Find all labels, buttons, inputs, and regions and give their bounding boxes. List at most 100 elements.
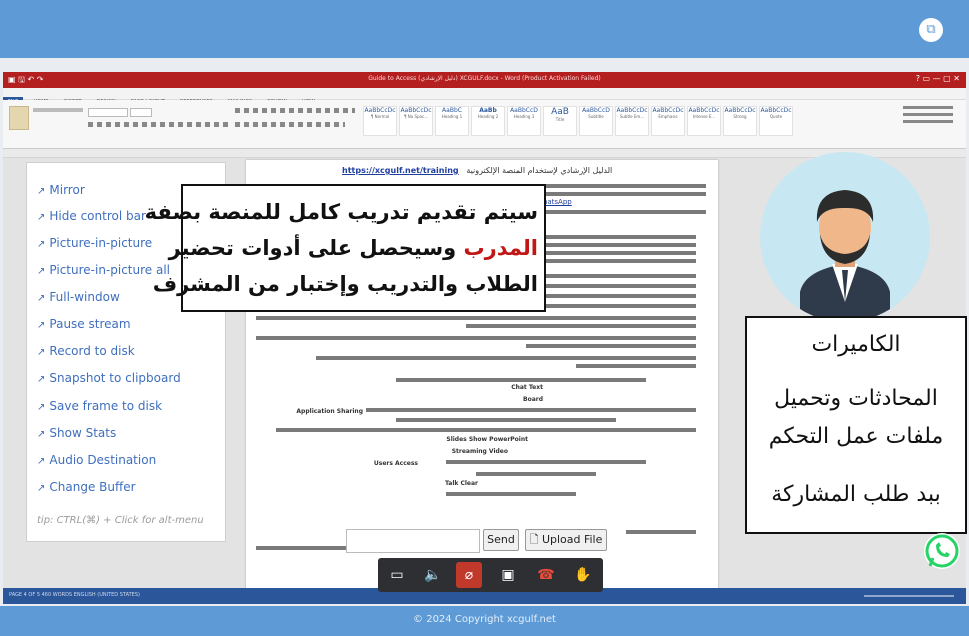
menu-item-full-window[interactable]: ↗ Full-window <box>37 288 120 306</box>
external-link-icon: ↗ <box>37 347 46 358</box>
external-link-icon: ↗ <box>37 320 46 331</box>
callout-line-3: الطلاب والتدريب وإختبار من المشرف <box>152 272 538 296</box>
external-link-icon: ↗ <box>37 293 46 304</box>
top-header-bar: ⧉ <box>0 0 969 58</box>
word-title-bar: ▣ 🖫 ↶ ↷ Guide to Access (دليل الإرشادي) … <box>3 72 966 88</box>
style-subtle-emphasis[interactable]: AaBbCcDc Subtle Em... <box>615 106 649 136</box>
callout-box: سيتم تقديم تدريب كامل للمنصة بصفة المدرب… <box>144 184 546 312</box>
doc-text-line <box>316 356 696 360</box>
external-link-icon: ↗ <box>37 239 46 250</box>
paste-icon[interactable] <box>9 106 29 130</box>
doc-text-line <box>546 243 696 247</box>
chat-icon[interactable]: ▭ <box>384 562 410 588</box>
call-toolbar: ▭ 🔈 ⌀ ▣ ☎ ✋ <box>378 558 603 592</box>
style-strong[interactable]: AaBbCcDc Strong <box>723 106 757 136</box>
doc-text-line <box>576 364 696 368</box>
send-button[interactable]: Send <box>483 529 519 551</box>
doc-english-talk-clear: Talk Clear <box>444 480 478 487</box>
menu-item-mirror[interactable]: ↗ Mirror <box>37 181 85 199</box>
callout-line-1: سيتم تقديم تدريب كامل للمنصة بصفة <box>144 200 538 224</box>
doc-heading: https://xcgulf.net/training الدليل الإرش… <box>342 166 612 175</box>
doc-text-line <box>546 184 706 188</box>
features-line-4: ببد طلب المشاركة <box>771 482 941 507</box>
ribbon-toolbar: AaBbCcDc ¶ Normal AaBbCcDc ¶ No Spac... Aa… <box>3 100 966 149</box>
window-controls[interactable]: ? ▭ — ▢ ✕ <box>916 74 960 83</box>
doc-english-board: Board <box>523 396 543 403</box>
external-link-icon: ↗ <box>37 402 46 413</box>
style-heading3[interactable]: AaBbCcD Heading 3 <box>507 106 541 136</box>
menu-item-snapshot-to-clipboard[interactable]: ↗ Snapshot to clipboard <box>37 369 181 387</box>
editing-group[interactable] <box>903 106 953 126</box>
style-heading2[interactable]: AaBb Heading 2 <box>471 106 505 136</box>
style-title[interactable]: AaB Title <box>543 106 577 136</box>
external-link-icon: ↗ <box>37 186 46 197</box>
whatsapp-icon[interactable] <box>924 533 960 569</box>
menu-tip: tip: CTRL(⌘) + Click for alt-menu <box>37 515 204 526</box>
font-format-buttons[interactable] <box>88 122 228 127</box>
doc-text-line <box>546 259 696 263</box>
external-link-icon: ↗ <box>37 212 46 223</box>
menu-item-save-frame-to-disk[interactable]: ↗ Save frame to disk <box>37 397 162 415</box>
upload-file-button[interactable]: 🗋 Upload File <box>525 529 607 551</box>
features-line-3: ملفات عمل التحكم <box>768 424 944 449</box>
font-name-field[interactable] <box>88 108 128 117</box>
doc-text-line <box>546 235 696 239</box>
speaker-icon[interactable]: 🔈 <box>420 562 446 588</box>
style-normal[interactable]: AaBbCcDc ¶ Normal <box>363 106 397 136</box>
file-icon: 🗋 <box>529 533 542 546</box>
external-link-icon: ↗ <box>37 374 46 385</box>
font-size-field[interactable] <box>130 108 152 117</box>
menu-item-hide-control-bar[interactable]: ↗ Hide control bar <box>37 207 146 225</box>
menu-item-audio-destination[interactable]: ↗ Audio Destination <box>37 451 156 469</box>
style-intense-emphasis[interactable]: AaBbCcDc Intense E... <box>687 106 721 136</box>
chat-input[interactable] <box>346 529 480 553</box>
callout-highlight: المدرب <box>463 236 538 260</box>
doc-text-line <box>546 210 706 214</box>
bottom-footer-bar: © 2024 Copyright xcgulf.net <box>0 606 969 636</box>
paragraph-buttons[interactable] <box>235 108 355 113</box>
features-box: الكاميرات المحادثات وتحميل ملفات عمل الت… <box>745 316 967 534</box>
external-link-icon: ↗ <box>37 483 46 494</box>
menu-item-record-to-disk[interactable]: ↗ Record to disk <box>37 342 135 360</box>
doc-english-app-sharing: Application Sharing <box>296 408 363 415</box>
doc-english-streaming: Streaming Video <box>451 448 508 455</box>
share-screen-icon[interactable]: ⧉ <box>919 18 943 42</box>
alignment-buttons[interactable] <box>235 122 345 127</box>
clipboard-group[interactable] <box>33 108 83 112</box>
menu-item-picture-in-picture-all[interactable]: ↗ Picture-in-picture all <box>37 261 170 279</box>
style-emphasis[interactable]: AaBbCcDc Emphasis <box>651 106 685 136</box>
doc-text-line <box>396 418 616 422</box>
doc-heading-arabic: الدليل الإرشادي لإستخدام المنصة الإلكترو… <box>466 166 613 175</box>
style-heading1[interactable]: AaBbC Heading 1 <box>435 106 469 136</box>
zoom-slider[interactable] <box>864 595 954 597</box>
external-link-icon: ↗ <box>37 456 46 467</box>
menu-item-picture-in-picture[interactable]: ↗ Picture-in-picture <box>37 234 152 252</box>
doc-heading-link[interactable]: https://xcgulf.net/training <box>342 166 459 175</box>
doc-text-line <box>626 530 696 534</box>
doc-text-line <box>256 336 696 340</box>
copyright-text: © 2024 Copyright xcgulf.net <box>413 614 556 625</box>
ribbon-tabs: FILE HOME INSERT DESIGN PAGE LAYOUT REFE… <box>3 88 966 107</box>
doc-text-line <box>546 251 696 255</box>
camera-icon[interactable]: ▣ <box>495 562 521 588</box>
menu-item-pause-stream[interactable]: ↗ Pause stream <box>37 315 131 333</box>
style-no-spacing[interactable]: AaBbCcDc ¶ No Spac... <box>399 106 433 136</box>
doc-text-line <box>466 324 696 328</box>
doc-text-line <box>446 492 576 496</box>
external-link-icon: ↗ <box>37 266 46 277</box>
doc-text-line <box>276 428 696 432</box>
hangup-icon[interactable]: ☎ <box>533 562 559 588</box>
doc-text-line <box>526 344 696 348</box>
menu-item-change-buffer[interactable]: ↗ Change Buffer <box>37 478 136 496</box>
raise-hand-icon[interactable]: ✋ <box>570 562 596 588</box>
menu-item-show-stats[interactable]: ↗ Show Stats <box>37 424 116 442</box>
doc-text-line <box>396 378 646 382</box>
mic-muted-icon[interactable]: ⌀ <box>456 562 482 588</box>
doc-text-line <box>476 472 596 476</box>
doc-english-chat-text: Chat Text <box>511 384 543 391</box>
style-subtitle[interactable]: AaBbCcD Subtitle <box>579 106 613 136</box>
word-window-title: Guide to Access (دليل الإرشادي) XCGULF.d… <box>368 75 601 82</box>
style-quote[interactable]: AaBbCcDc Quote <box>759 106 793 136</box>
external-link-icon: ↗ <box>37 429 46 440</box>
whatsapp-glyph <box>925 534 959 568</box>
